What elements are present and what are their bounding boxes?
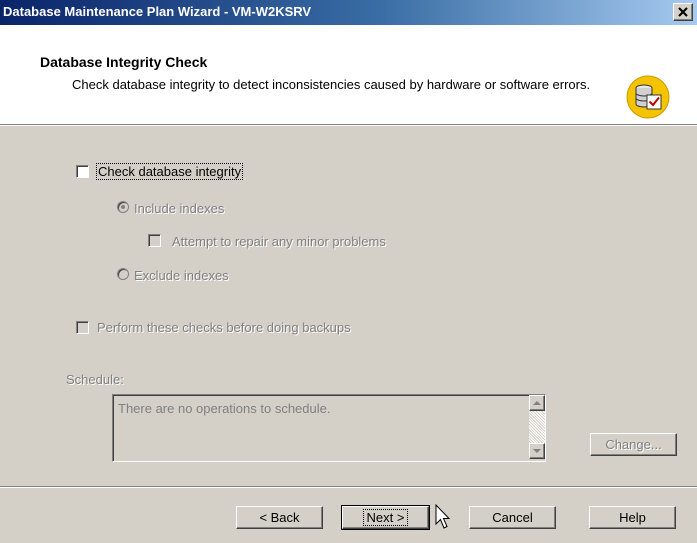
include-indexes-label[interactable]: Include indexes bbox=[134, 201, 224, 216]
scroll-up-icon bbox=[533, 401, 541, 405]
footer-separator-highlight bbox=[0, 487, 697, 488]
back-button[interactable]: < Back bbox=[236, 506, 323, 529]
before-backups-label[interactable]: Perform these checks before doing backup… bbox=[97, 320, 351, 335]
radio-selected-dot bbox=[121, 205, 125, 209]
include-indexes-radio[interactable] bbox=[117, 201, 129, 213]
page-description: Check database integrity to detect incon… bbox=[72, 77, 591, 92]
database-check-icon bbox=[626, 75, 670, 119]
schedule-textbox[interactable]: There are no operations to schedule. bbox=[112, 394, 546, 462]
scroll-down-icon bbox=[533, 449, 541, 453]
repair-minor-label[interactable]: Attempt to repair any minor problems bbox=[172, 234, 386, 249]
check-integrity-checkbox[interactable] bbox=[76, 165, 89, 178]
next-button[interactable]: Next > bbox=[341, 505, 430, 530]
cancel-button[interactable]: Cancel bbox=[469, 506, 556, 529]
window-title: Database Maintenance Plan Wizard - VM-W2… bbox=[3, 4, 312, 19]
check-integrity-label[interactable]: Check database integrity bbox=[95, 163, 244, 180]
exclude-indexes-label[interactable]: Exclude indexes bbox=[134, 268, 229, 283]
check-integrity-label-text: Check database integrity bbox=[95, 163, 244, 180]
page-title: Database Integrity Check bbox=[40, 54, 208, 70]
scroll-up-button[interactable] bbox=[529, 395, 545, 411]
change-button[interactable]: Change... bbox=[590, 433, 677, 456]
wizard-header: Database Integrity Check Check database … bbox=[0, 25, 697, 126]
schedule-label: Schedule: bbox=[66, 372, 124, 387]
mouse-cursor-icon bbox=[435, 504, 451, 529]
close-icon bbox=[678, 7, 688, 17]
scroll-track[interactable] bbox=[529, 411, 545, 443]
before-backups-checkbox[interactable] bbox=[76, 321, 89, 334]
next-button-label: Next > bbox=[362, 509, 409, 526]
exclude-indexes-radio[interactable] bbox=[117, 268, 129, 280]
title-bar[interactable]: Database Maintenance Plan Wizard - VM-W2… bbox=[0, 0, 697, 25]
help-button[interactable]: Help bbox=[589, 506, 676, 529]
repair-minor-checkbox[interactable] bbox=[148, 234, 161, 247]
schedule-text: There are no operations to schedule. bbox=[118, 401, 331, 416]
close-button[interactable] bbox=[673, 3, 693, 21]
scroll-down-button[interactable] bbox=[529, 443, 545, 459]
wizard-window: Database Maintenance Plan Wizard - VM-W2… bbox=[0, 0, 697, 543]
